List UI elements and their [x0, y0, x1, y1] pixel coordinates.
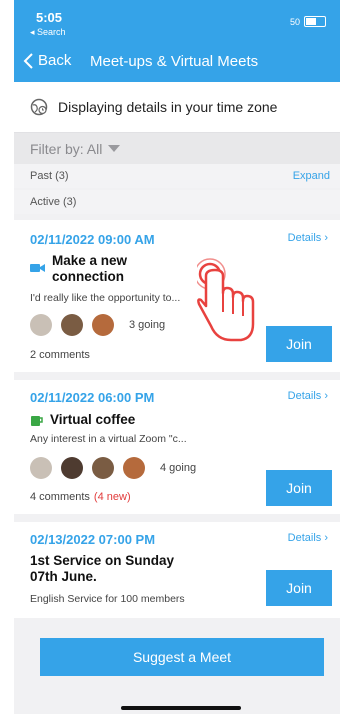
- details-link[interactable]: Details ›: [288, 390, 328, 402]
- avatar: [30, 457, 52, 479]
- divider: [14, 372, 340, 380]
- status-time: 5:05: [36, 10, 63, 25]
- details-label: Details: [287, 232, 322, 244]
- section-past[interactable]: Past (3) Expand: [14, 164, 340, 188]
- meet-title-text: Make a new connection: [52, 253, 128, 284]
- status-indicators: 50: [290, 16, 326, 27]
- back-button[interactable]: Back: [22, 52, 71, 69]
- details-link[interactable]: Details ›: [288, 532, 328, 544]
- avatar: [92, 314, 114, 336]
- signal-text: 50: [289, 16, 300, 27]
- home-indicator: [121, 706, 241, 710]
- meet-card[interactable]: 02/13/2022 07:00 PM Details › 1st Servic…: [14, 522, 340, 618]
- meet-title: Virtual coffee: [30, 412, 135, 428]
- top-bar: 5:05 ◂ Search 50 Back Meet-ups & Virtual…: [14, 0, 340, 82]
- app-screen: 5:05 ◂ Search 50 Back Meet-ups & Virtual…: [14, 0, 340, 714]
- comments-count[interactable]: 4 comments (4 new): [30, 491, 131, 503]
- divider: [14, 514, 340, 522]
- attendee-avatars: 4 going: [30, 457, 196, 479]
- attendee-avatars: 3 going: [30, 314, 165, 336]
- timezone-text: Displaying details in your time zone: [58, 99, 278, 115]
- video-camera-icon: [30, 264, 45, 272]
- avatar: [123, 457, 145, 479]
- meet-date: 02/13/2022 07:00 PM: [30, 532, 156, 547]
- coffee-cup-icon: [31, 416, 43, 427]
- globe-clock-icon: [30, 98, 48, 116]
- section-active-label: Active (3): [30, 196, 77, 208]
- meet-title: 1st Service on Sunday 07th June.: [30, 553, 175, 584]
- comments-label: 4 comments: [30, 491, 90, 503]
- details-label: Details: [287, 390, 322, 402]
- going-count: 4 going: [160, 462, 197, 474]
- filter-label: Filter by: All: [30, 140, 103, 157]
- timezone-banner: Displaying details in your time zone: [14, 82, 340, 133]
- meet-description: English Service for 100 members: [30, 593, 185, 605]
- meet-date: 02/11/2022 06:00 PM: [30, 390, 155, 405]
- join-button[interactable]: Join: [266, 470, 332, 506]
- meet-title-text: Virtual coffee: [50, 412, 136, 427]
- avatar: [30, 314, 52, 336]
- meet-title: Make a new connection: [30, 253, 180, 285]
- avatar: [61, 314, 83, 336]
- join-button[interactable]: Join: [266, 570, 332, 606]
- comments-count[interactable]: 2 comments: [30, 349, 90, 361]
- chevron-left-icon: [23, 52, 33, 69]
- new-comments-badge: (4 new): [93, 491, 131, 503]
- details-link[interactable]: Details ›: [288, 232, 328, 244]
- avatar: [92, 457, 114, 479]
- battery-icon: [304, 16, 326, 27]
- section-past-label: Past (3): [30, 170, 69, 182]
- going-count: 3 going: [129, 319, 166, 331]
- details-label: Details: [287, 532, 322, 544]
- section-active: Active (3): [14, 190, 340, 214]
- suggest-meet-button[interactable]: Suggest a Meet: [40, 638, 324, 676]
- comments-label: 2 comments: [30, 349, 90, 361]
- tap-hand-icon: [197, 258, 255, 342]
- caret-down-icon: [108, 145, 121, 152]
- meet-description: Any interest in a virtual Zoom "c...: [30, 433, 187, 445]
- meet-card[interactable]: 02/11/2022 09:00 AM Details › Make a new…: [14, 220, 340, 372]
- meet-date: 02/11/2022 09:00 AM: [30, 232, 155, 247]
- meet-description: I'd really like the opportunity to...: [30, 292, 181, 304]
- avatar: [61, 457, 83, 479]
- filter-dropdown[interactable]: Filter by: All: [14, 133, 340, 164]
- page-title: Meet-ups & Virtual Meets: [90, 53, 259, 70]
- meet-card[interactable]: 02/11/2022 06:00 PM Details › Virtual co…: [14, 380, 340, 514]
- back-label: Back: [38, 52, 72, 69]
- join-button[interactable]: Join: [266, 326, 332, 362]
- expand-link[interactable]: Expand: [293, 170, 330, 182]
- status-back-app[interactable]: ◂ Search: [30, 27, 66, 38]
